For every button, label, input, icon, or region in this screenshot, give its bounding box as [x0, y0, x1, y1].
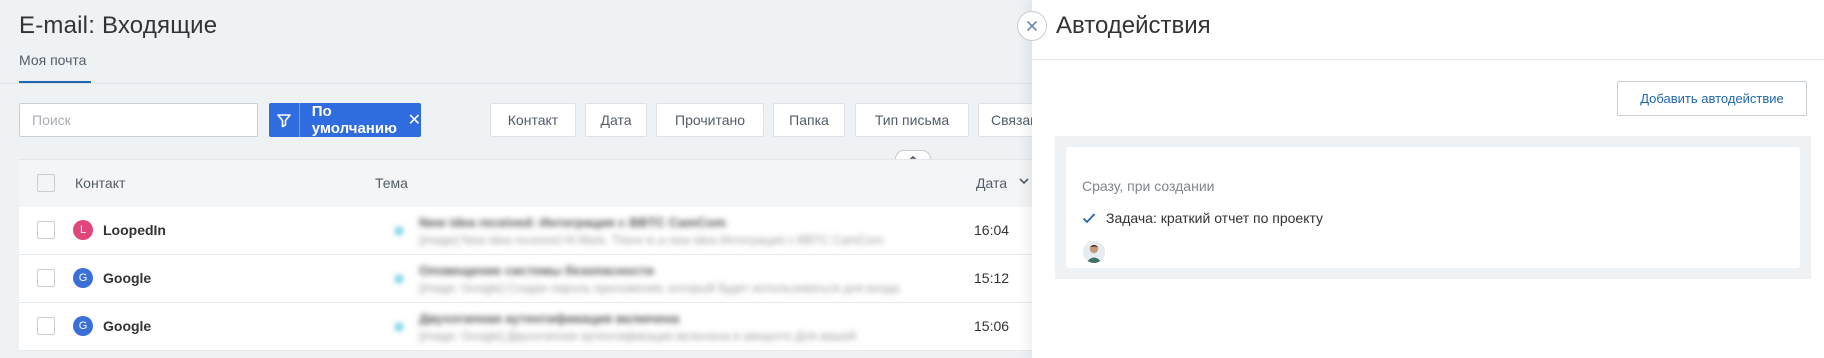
table-row[interactable]: L LoopedIn New idea received: Интеграция… [19, 207, 1040, 255]
close-icon[interactable] [1017, 11, 1047, 41]
page-title: E-mail: Входящие [19, 12, 218, 39]
filter-chip-contact[interactable]: Контакт [490, 103, 576, 137]
automation-list: Сразу, при создании Задача: краткий отче… [1055, 136, 1811, 279]
grid-header: Контакт Тема Дата [19, 159, 1040, 207]
filter-chip-folder[interactable]: Папка [773, 103, 845, 137]
subject-preview[interactable]: Двухэтапная аутентификация включена [ima… [359, 309, 979, 345]
panel-title: Автодействия [1056, 12, 1211, 39]
subject-line: New idea received: Интеграция с BBTC Cam… [419, 215, 726, 230]
contact-name[interactable]: Google [103, 270, 151, 286]
contact-name[interactable]: Google [103, 318, 151, 334]
chevron-down-icon[interactable] [1019, 174, 1029, 188]
unread-dot-icon [395, 227, 403, 235]
filter-icon[interactable] [269, 103, 300, 137]
avatar: G [73, 316, 93, 336]
table-row[interactable]: G Google Двухэтапная аутентификация вклю… [19, 303, 1040, 351]
subject-line: Оповещение системы безопасности [419, 263, 654, 278]
avatar: L [73, 220, 93, 240]
mail-list-page: E-mail: Входящие Моя почта Поиск По умол… [0, 0, 1108, 358]
panel-divider [1032, 59, 1824, 60]
contact-name[interactable]: LoopedIn [103, 222, 166, 238]
header-divider [0, 83, 1040, 84]
unread-dot-icon [395, 275, 403, 283]
column-subject[interactable]: Тема [375, 175, 408, 191]
select-all-checkbox[interactable] [37, 174, 55, 192]
preview-line: [image: Google] Создан пароль приложения… [419, 281, 900, 295]
subject-line: Двухэтапная аутентификация включена [419, 311, 680, 326]
preview-line: [image: Google] Двухэтапная аутентификац… [419, 329, 857, 343]
filter-preset[interactable]: По умолчанию ✕ [269, 103, 421, 137]
table-row[interactable]: G Google Оповещение системы безопасности… [19, 255, 1040, 303]
filter-chip-date[interactable]: Дата [585, 103, 647, 137]
close-icon[interactable]: ✕ [408, 110, 421, 130]
row-time: 15:12 [974, 270, 1010, 286]
automation-task[interactable]: Задача: краткий отчет по проекту [1106, 210, 1323, 226]
unread-dot-icon [395, 323, 403, 331]
search-input[interactable]: Поиск [19, 103, 258, 137]
preview-line: [image] New idea received Hi Mark. There… [419, 233, 884, 247]
filter-chip-mail-type[interactable]: Тип письма [855, 103, 969, 137]
column-date[interactable]: Дата [976, 175, 1007, 191]
subject-preview[interactable]: New idea received: Интеграция с BBTC Cam… [359, 213, 979, 249]
filter-chip-read[interactable]: Прочитано [656, 103, 764, 137]
row-checkbox[interactable] [37, 221, 55, 239]
user-avatar[interactable] [1083, 241, 1105, 263]
filter-preset-label: По умолчанию [311, 103, 397, 137]
row-checkbox[interactable] [37, 317, 55, 335]
automation-panel: Автодействия Добавить автодействие Сразу… [1032, 0, 1824, 358]
row-checkbox[interactable] [37, 269, 55, 287]
add-automation-button[interactable]: Добавить автодействие [1617, 81, 1807, 116]
automation-condition[interactable]: Сразу, при создании [1082, 178, 1214, 194]
row-time: 15:06 [974, 318, 1010, 334]
check-icon [1082, 211, 1096, 229]
subject-preview[interactable]: Оповещение системы безопасности [image: … [359, 261, 979, 297]
automation-card[interactable]: Сразу, при создании Задача: краткий отче… [1066, 147, 1800, 268]
row-time: 16:04 [974, 222, 1010, 238]
tab-my-mail[interactable]: Моя почта [19, 52, 86, 68]
column-contact[interactable]: Контакт [75, 175, 125, 191]
avatar: G [73, 268, 93, 288]
